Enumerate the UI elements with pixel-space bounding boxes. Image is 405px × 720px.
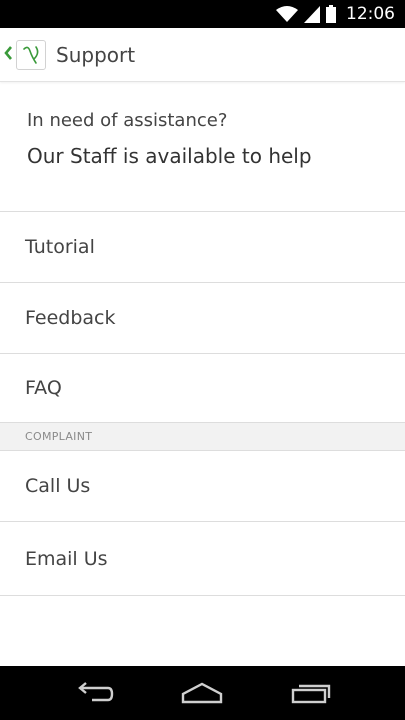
status-bar: 12:06 bbox=[0, 0, 405, 28]
page-title: Support bbox=[56, 42, 136, 67]
menu-item-label: Email Us bbox=[25, 547, 108, 570]
back-icon[interactable] bbox=[59, 666, 129, 720]
menu-item-call-us[interactable]: Call Us bbox=[0, 451, 405, 522]
battery-icon bbox=[326, 5, 336, 23]
menu-item-email-us[interactable]: Email Us bbox=[0, 522, 405, 596]
home-icon[interactable] bbox=[167, 666, 237, 720]
chevron-left-icon bbox=[4, 44, 14, 65]
intro-section: In need of assistance? Our Staff is avai… bbox=[0, 82, 405, 212]
navigation-bar bbox=[0, 666, 405, 720]
menu-item-feedback[interactable]: Feedback bbox=[0, 283, 405, 354]
intro-subtitle: Our Staff is available to help bbox=[27, 144, 312, 168]
menu-item-label: FAQ bbox=[25, 377, 62, 399]
intro-question: In need of assistance? bbox=[27, 110, 228, 131]
status-clock: 12:06 bbox=[346, 4, 395, 24]
wifi-icon bbox=[276, 5, 298, 23]
menu-item-faq[interactable]: FAQ bbox=[0, 354, 405, 422]
app-logo-icon bbox=[16, 39, 46, 70]
menu-item-label: Tutorial bbox=[25, 236, 95, 258]
section-header-complaint: COMPLAINT bbox=[0, 422, 405, 451]
signal-icon bbox=[304, 5, 320, 23]
action-bar: Support bbox=[0, 28, 405, 82]
menu-item-tutorial[interactable]: Tutorial bbox=[0, 212, 405, 283]
section-header-label: COMPLAINT bbox=[25, 430, 93, 443]
menu-item-label: Feedback bbox=[25, 307, 116, 329]
recent-apps-icon[interactable] bbox=[276, 666, 346, 720]
menu-item-label: Call Us bbox=[25, 475, 91, 497]
up-button[interactable] bbox=[0, 28, 50, 81]
